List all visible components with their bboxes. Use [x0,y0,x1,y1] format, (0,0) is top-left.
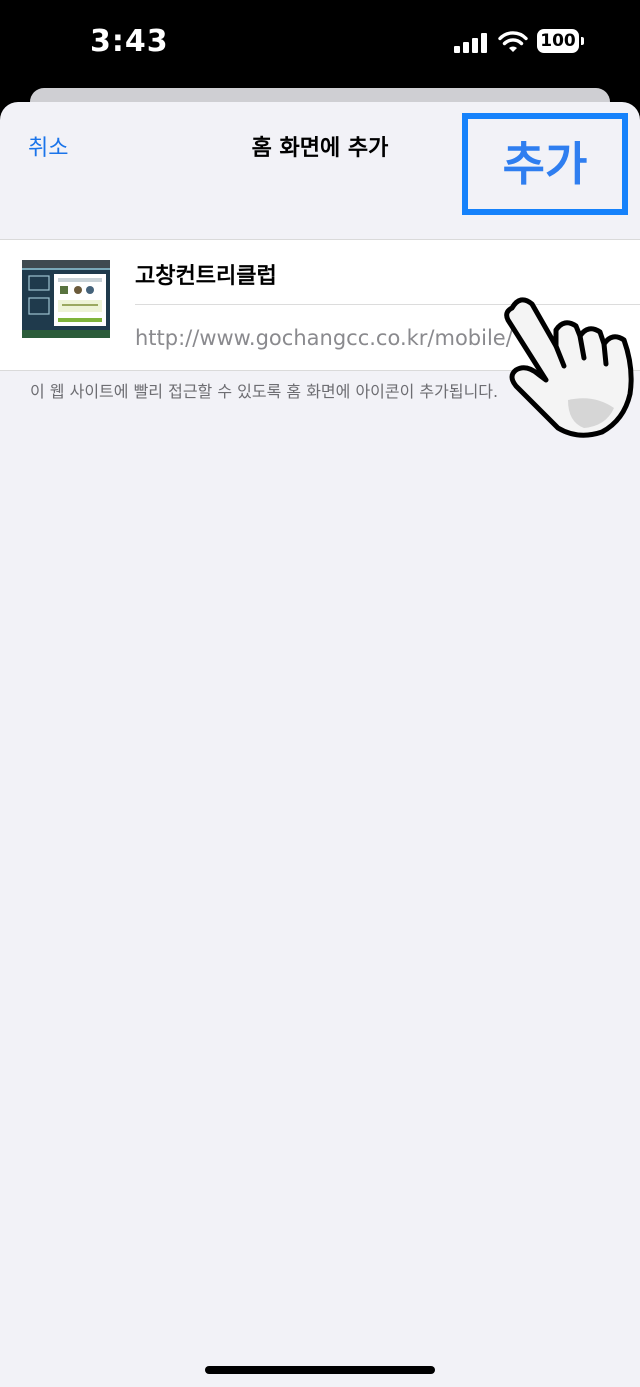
cellular-signal-icon [454,33,488,53]
status-time: 3:43 [90,24,169,59]
bookmark-name-input[interactable]: 고창컨트리클럽 [135,258,277,290]
pointing-hand-icon [504,297,634,438]
site-thumbnail [22,260,110,338]
add-to-home-sheet: 취소 홈 화면에 추가 추가 고창컨트리클럽 http://www.gochan… [0,102,640,1387]
home-indicator[interactable] [205,1366,435,1374]
hint-text: 이 웹 사이트에 빨리 접근할 수 있도록 홈 화면에 아이콘이 추가됩니다. [30,382,499,401]
status-bar: 3:43 100 [0,0,640,88]
add-button[interactable]: 추가 [462,113,628,215]
wifi-icon [498,31,528,52]
bookmark-url: http://www.gochangcc.co.kr/mobile/ [135,326,513,350]
battery-icon: 100 [537,29,579,53]
battery-tip [581,37,584,45]
